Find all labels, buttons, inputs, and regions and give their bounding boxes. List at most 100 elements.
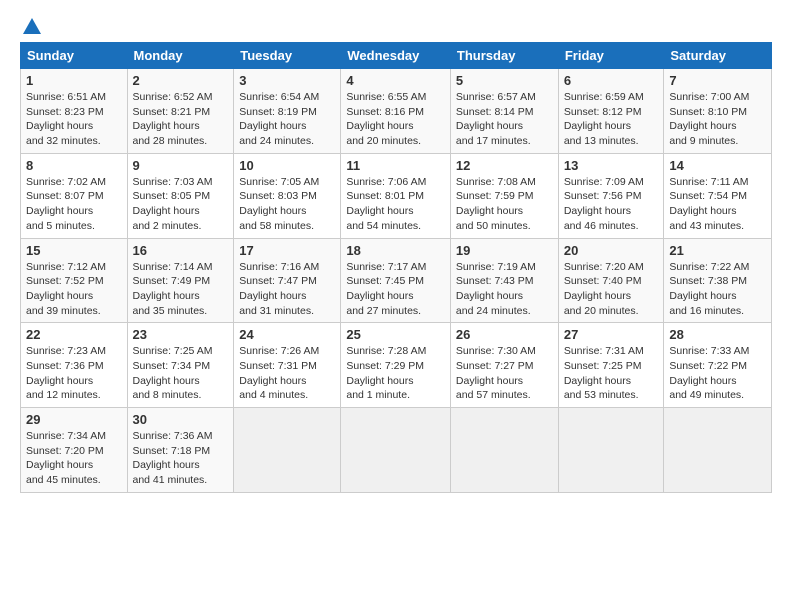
day-number: 9	[133, 158, 229, 173]
calendar-cell	[450, 408, 558, 493]
day-number: 22	[26, 327, 122, 342]
day-number: 13	[564, 158, 659, 173]
calendar-cell: 2 Sunrise: 6:52 AMSunset: 8:21 PMDayligh…	[127, 69, 234, 154]
day-info: Sunrise: 7:11 AMSunset: 7:54 PMDaylight …	[669, 176, 748, 232]
day-info: Sunrise: 7:20 AMSunset: 7:40 PMDaylight …	[564, 261, 644, 317]
day-number: 30	[133, 412, 229, 427]
calendar-cell: 19 Sunrise: 7:19 AMSunset: 7:43 PMDaylig…	[450, 238, 558, 323]
calendar-cell: 25 Sunrise: 7:28 AMSunset: 7:29 PMDaylig…	[341, 323, 451, 408]
calendar-cell: 3 Sunrise: 6:54 AMSunset: 8:19 PMDayligh…	[234, 69, 341, 154]
day-info: Sunrise: 6:52 AMSunset: 8:21 PMDaylight …	[133, 91, 213, 147]
day-info: Sunrise: 7:03 AMSunset: 8:05 PMDaylight …	[133, 176, 213, 232]
day-number: 4	[346, 73, 445, 88]
day-info: Sunrise: 7:12 AMSunset: 7:52 PMDaylight …	[26, 261, 106, 317]
calendar-header-row: SundayMondayTuesdayWednesdayThursdayFrid…	[21, 43, 772, 69]
calendar-cell: 23 Sunrise: 7:25 AMSunset: 7:34 PMDaylig…	[127, 323, 234, 408]
calendar-cell: 24 Sunrise: 7:26 AMSunset: 7:31 PMDaylig…	[234, 323, 341, 408]
day-header-thursday: Thursday	[450, 43, 558, 69]
day-number: 28	[669, 327, 766, 342]
day-header-wednesday: Wednesday	[341, 43, 451, 69]
calendar-cell: 20 Sunrise: 7:20 AMSunset: 7:40 PMDaylig…	[558, 238, 664, 323]
day-info: Sunrise: 7:22 AMSunset: 7:38 PMDaylight …	[669, 261, 749, 317]
day-number: 16	[133, 243, 229, 258]
day-number: 29	[26, 412, 122, 427]
day-info: Sunrise: 7:05 AMSunset: 8:03 PMDaylight …	[239, 176, 319, 232]
day-number: 14	[669, 158, 766, 173]
day-number: 27	[564, 327, 659, 342]
day-info: Sunrise: 7:19 AMSunset: 7:43 PMDaylight …	[456, 261, 536, 317]
day-info: Sunrise: 7:14 AMSunset: 7:49 PMDaylight …	[133, 261, 213, 317]
week-row-4: 22 Sunrise: 7:23 AMSunset: 7:36 PMDaylig…	[21, 323, 772, 408]
calendar-cell: 18 Sunrise: 7:17 AMSunset: 7:45 PMDaylig…	[341, 238, 451, 323]
calendar-cell: 6 Sunrise: 6:59 AMSunset: 8:12 PMDayligh…	[558, 69, 664, 154]
calendar-cell: 7 Sunrise: 7:00 AMSunset: 8:10 PMDayligh…	[664, 69, 772, 154]
day-header-friday: Friday	[558, 43, 664, 69]
calendar-cell: 11 Sunrise: 7:06 AMSunset: 8:01 PMDaylig…	[341, 153, 451, 238]
week-row-1: 1 Sunrise: 6:51 AMSunset: 8:23 PMDayligh…	[21, 69, 772, 154]
calendar-cell	[234, 408, 341, 493]
day-info: Sunrise: 7:23 AMSunset: 7:36 PMDaylight …	[26, 345, 106, 401]
calendar: SundayMondayTuesdayWednesdayThursdayFrid…	[20, 42, 772, 493]
day-number: 5	[456, 73, 553, 88]
day-number: 26	[456, 327, 553, 342]
day-number: 18	[346, 243, 445, 258]
day-number: 12	[456, 158, 553, 173]
day-number: 21	[669, 243, 766, 258]
day-header-monday: Monday	[127, 43, 234, 69]
calendar-cell: 27 Sunrise: 7:31 AMSunset: 7:25 PMDaylig…	[558, 323, 664, 408]
calendar-cell: 16 Sunrise: 7:14 AMSunset: 7:49 PMDaylig…	[127, 238, 234, 323]
day-number: 11	[346, 158, 445, 173]
week-row-5: 29 Sunrise: 7:34 AMSunset: 7:20 PMDaylig…	[21, 408, 772, 493]
day-number: 25	[346, 327, 445, 342]
day-number: 23	[133, 327, 229, 342]
day-number: 17	[239, 243, 335, 258]
day-info: Sunrise: 6:59 AMSunset: 8:12 PMDaylight …	[564, 91, 644, 147]
day-info: Sunrise: 7:16 AMSunset: 7:47 PMDaylight …	[239, 261, 319, 317]
calendar-cell	[558, 408, 664, 493]
day-number: 6	[564, 73, 659, 88]
day-header-tuesday: Tuesday	[234, 43, 341, 69]
day-header-sunday: Sunday	[21, 43, 128, 69]
day-info: Sunrise: 7:02 AMSunset: 8:07 PMDaylight …	[26, 176, 106, 232]
day-number: 8	[26, 158, 122, 173]
day-number: 10	[239, 158, 335, 173]
day-number: 19	[456, 243, 553, 258]
calendar-cell: 15 Sunrise: 7:12 AMSunset: 7:52 PMDaylig…	[21, 238, 128, 323]
day-info: Sunrise: 7:17 AMSunset: 7:45 PMDaylight …	[346, 261, 426, 317]
calendar-cell: 22 Sunrise: 7:23 AMSunset: 7:36 PMDaylig…	[21, 323, 128, 408]
day-info: Sunrise: 7:31 AMSunset: 7:25 PMDaylight …	[564, 345, 644, 401]
day-info: Sunrise: 7:08 AMSunset: 7:59 PMDaylight …	[456, 176, 536, 232]
day-number: 1	[26, 73, 122, 88]
day-number: 15	[26, 243, 122, 258]
day-info: Sunrise: 7:36 AMSunset: 7:18 PMDaylight …	[133, 430, 213, 486]
day-info: Sunrise: 6:57 AMSunset: 8:14 PMDaylight …	[456, 91, 536, 147]
calendar-cell: 13 Sunrise: 7:09 AMSunset: 7:56 PMDaylig…	[558, 153, 664, 238]
day-info: Sunrise: 7:34 AMSunset: 7:20 PMDaylight …	[26, 430, 106, 486]
calendar-cell: 5 Sunrise: 6:57 AMSunset: 8:14 PMDayligh…	[450, 69, 558, 154]
calendar-cell: 4 Sunrise: 6:55 AMSunset: 8:16 PMDayligh…	[341, 69, 451, 154]
day-info: Sunrise: 6:55 AMSunset: 8:16 PMDaylight …	[346, 91, 426, 147]
day-info: Sunrise: 7:06 AMSunset: 8:01 PMDaylight …	[346, 176, 426, 232]
day-info: Sunrise: 7:25 AMSunset: 7:34 PMDaylight …	[133, 345, 213, 401]
calendar-cell: 9 Sunrise: 7:03 AMSunset: 8:05 PMDayligh…	[127, 153, 234, 238]
week-row-2: 8 Sunrise: 7:02 AMSunset: 8:07 PMDayligh…	[21, 153, 772, 238]
day-info: Sunrise: 7:30 AMSunset: 7:27 PMDaylight …	[456, 345, 536, 401]
day-info: Sunrise: 6:51 AMSunset: 8:23 PMDaylight …	[26, 91, 106, 147]
logo	[20, 16, 44, 34]
day-number: 2	[133, 73, 229, 88]
calendar-cell: 10 Sunrise: 7:05 AMSunset: 8:03 PMDaylig…	[234, 153, 341, 238]
calendar-cell: 26 Sunrise: 7:30 AMSunset: 7:27 PMDaylig…	[450, 323, 558, 408]
calendar-cell: 1 Sunrise: 6:51 AMSunset: 8:23 PMDayligh…	[21, 69, 128, 154]
day-number: 20	[564, 243, 659, 258]
calendar-cell: 29 Sunrise: 7:34 AMSunset: 7:20 PMDaylig…	[21, 408, 128, 493]
day-info: Sunrise: 7:09 AMSunset: 7:56 PMDaylight …	[564, 176, 644, 232]
calendar-cell	[664, 408, 772, 493]
day-info: Sunrise: 7:00 AMSunset: 8:10 PMDaylight …	[669, 91, 749, 147]
calendar-cell: 28 Sunrise: 7:33 AMSunset: 7:22 PMDaylig…	[664, 323, 772, 408]
day-number: 3	[239, 73, 335, 88]
day-number: 7	[669, 73, 766, 88]
calendar-cell: 14 Sunrise: 7:11 AMSunset: 7:54 PMDaylig…	[664, 153, 772, 238]
calendar-cell: 30 Sunrise: 7:36 AMSunset: 7:18 PMDaylig…	[127, 408, 234, 493]
logo-icon	[21, 16, 43, 38]
calendar-cell: 12 Sunrise: 7:08 AMSunset: 7:59 PMDaylig…	[450, 153, 558, 238]
